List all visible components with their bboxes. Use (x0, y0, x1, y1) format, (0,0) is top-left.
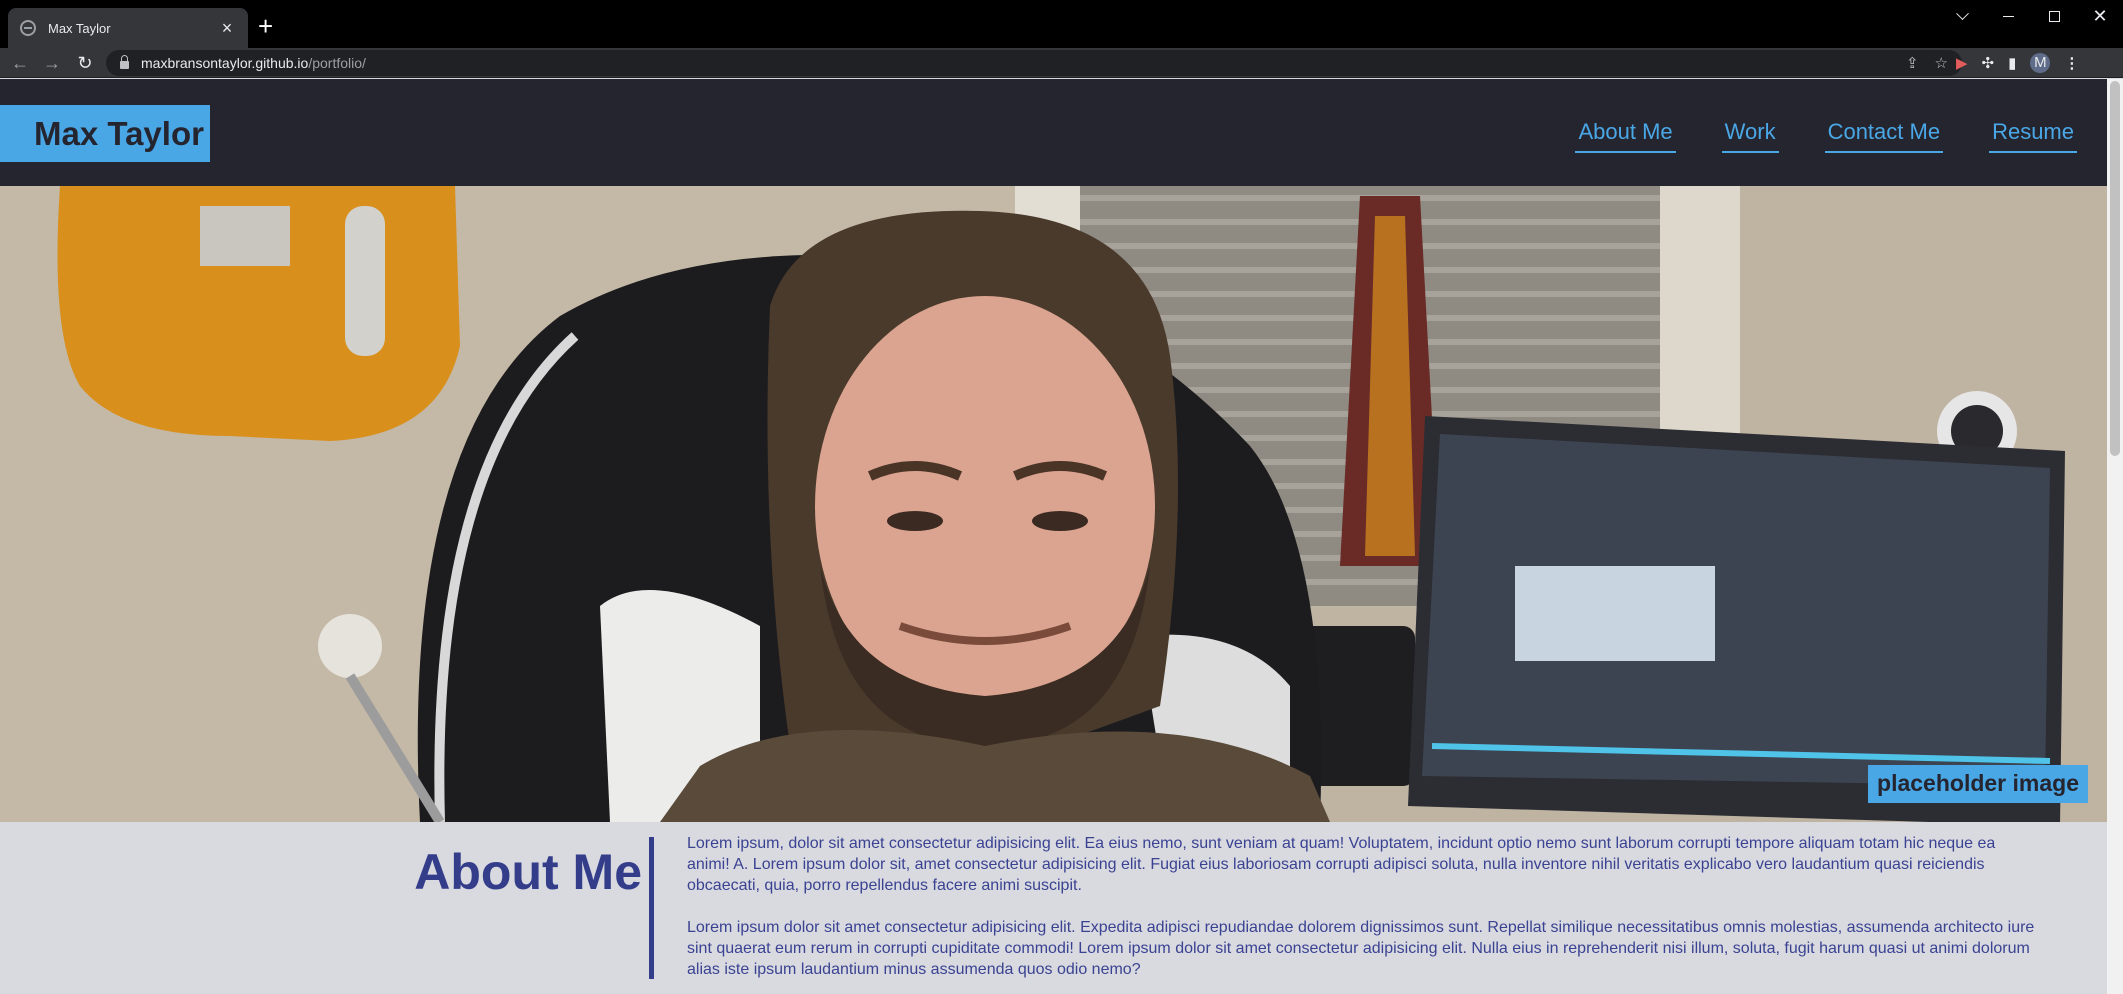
site-brand: Max Taylor (0, 105, 210, 162)
lock-icon[interactable] (120, 55, 129, 69)
about-text: Lorem ipsum, dolor sit amet consectetur … (687, 833, 2037, 994)
about-title: About Me (414, 844, 642, 900)
reload-icon[interactable]: ↻ (73, 51, 97, 75)
side-panel-icon[interactable]: ▮ (2008, 54, 2016, 72)
tab-close-icon[interactable]: × (218, 19, 236, 37)
minimize-button[interactable] (1985, 0, 2031, 32)
extension-area: ▶ ✣ ▮ M ⋮ (1956, 48, 2079, 78)
bookmark-star-icon[interactable]: ☆ (1935, 54, 1948, 72)
share-icon[interactable]: ⇪ (1906, 54, 1919, 72)
about-paragraph-1: Lorem ipsum, dolor sit amet consectetur … (687, 835, 1996, 894)
back-arrow-icon[interactable]: ← (8, 51, 32, 75)
site-nav: About Me Work Contact Me Resume (1575, 119, 2077, 153)
nav-link-about-me[interactable]: About Me (1575, 119, 1676, 153)
scrollbar-thumb[interactable] (2110, 81, 2120, 456)
maximize-button[interactable] (2031, 0, 2077, 32)
browser-tab[interactable]: Max Taylor × (8, 8, 248, 48)
profile-avatar[interactable]: M (2030, 53, 2051, 73)
extensions-puzzle-icon[interactable]: ✣ (1982, 54, 1995, 72)
record-extension-icon[interactable]: ▶ (1956, 54, 1968, 72)
url-host: maxbransontaylor.github.io (141, 55, 309, 71)
hero-photo-illustration (0, 186, 2107, 822)
about-divider (649, 837, 654, 979)
brand-title: Max Taylor (34, 114, 204, 152)
nav-link-resume[interactable]: Resume (1989, 119, 2077, 153)
page-viewport: Max Taylor About Me Work Contact Me Resu… (0, 79, 2107, 994)
tab-search-chevron-icon[interactable] (1939, 0, 1985, 32)
site-header: Max Taylor About Me Work Contact Me Resu… (0, 79, 2107, 186)
nav-link-work[interactable]: Work (1721, 119, 1779, 153)
new-tab-button[interactable]: + (258, 13, 273, 39)
close-window-button[interactable]: ✕ (2077, 0, 2123, 32)
page-scrollbar[interactable] (2107, 79, 2123, 994)
about-section: About Me Lorem ipsum, dolor sit amet con… (0, 822, 2107, 994)
browser-toolbar: ← → ↻ maxbransontaylor.github.io/portfol… (0, 48, 2123, 78)
browser-menu-icon[interactable]: ⋮ (2064, 54, 2079, 72)
hero-image: placeholder image (0, 186, 2107, 822)
address-bar[interactable]: maxbransontaylor.github.io/portfolio/ ⇪ … (106, 50, 1962, 76)
globe-icon (20, 20, 36, 36)
tab-title: Max Taylor (48, 20, 111, 36)
nav-link-contact-me[interactable]: Contact Me (1824, 119, 1944, 153)
forward-arrow-icon[interactable]: → (40, 51, 64, 75)
hero-caption: placeholder image (1868, 765, 2088, 803)
about-paragraph-2: Lorem ipsum dolor sit amet consectetur a… (687, 919, 2035, 978)
url-path: /portfolio/ (308, 55, 366, 71)
browser-tab-strip: Max Taylor × + ✕ (0, 0, 2123, 48)
